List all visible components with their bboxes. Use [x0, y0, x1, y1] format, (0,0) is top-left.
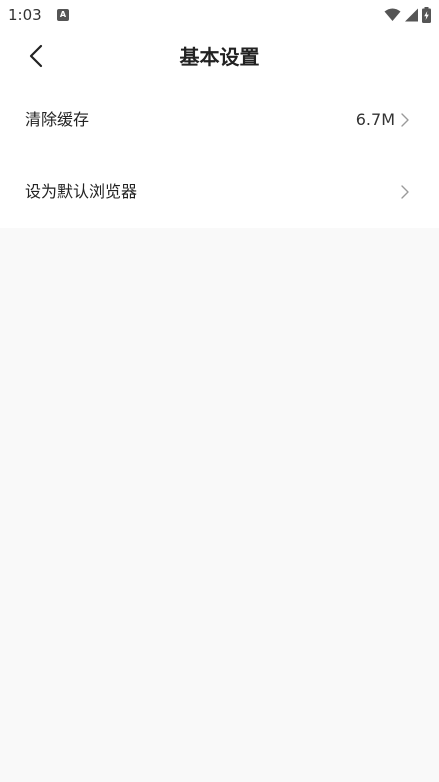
cache-size-value: 6.7M: [355, 110, 395, 129]
page-title: 基本设置: [179, 45, 260, 69]
set-default-browser-item[interactable]: 设为默认浏览器: [0, 156, 439, 228]
clear-cache-label: 清除缓存: [25, 110, 90, 129]
cellular-signal-icon: [405, 8, 418, 22]
chevron-right-icon: [401, 112, 411, 128]
header: 基本设置: [0, 30, 439, 84]
wifi-icon: [384, 8, 401, 21]
chevron-right-icon: [401, 184, 411, 200]
status-icons: [384, 6, 431, 24]
set-default-browser-label: 设为默认浏览器: [25, 182, 138, 201]
notification-app-icon: A: [57, 9, 69, 21]
settings-list: 清除缓存 6.7M 设为默认浏览器: [0, 84, 439, 228]
clear-cache-item[interactable]: 清除缓存 6.7M: [0, 84, 439, 156]
status-bar: 1:03 A: [0, 0, 439, 30]
status-time: 1:03: [8, 6, 42, 24]
battery-charging-icon: [422, 7, 431, 23]
